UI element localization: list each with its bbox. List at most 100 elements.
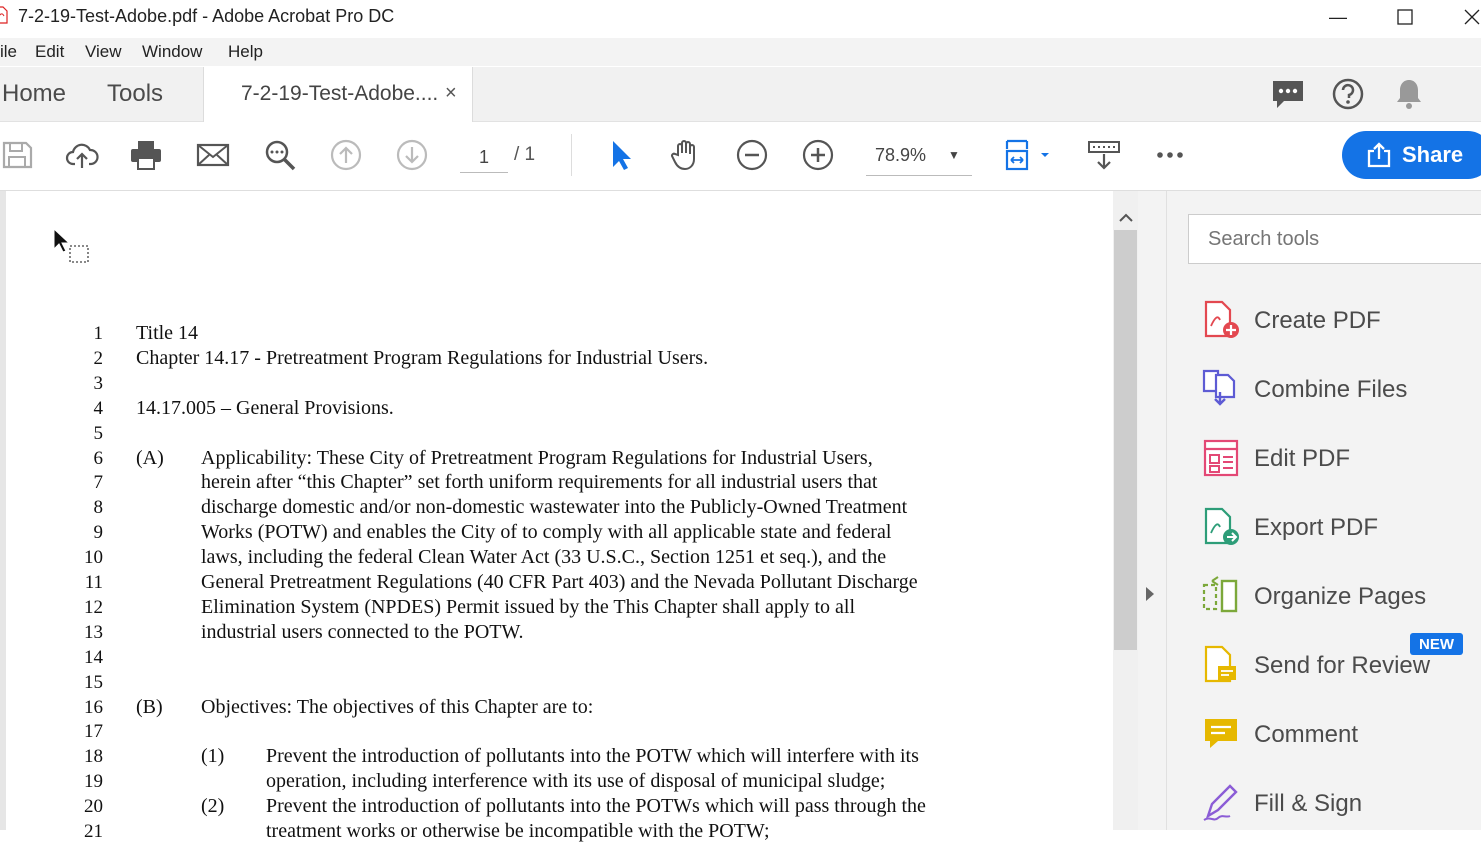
close-tab-button[interactable]: ×	[445, 82, 457, 105]
share-button[interactable]: Share	[1342, 131, 1481, 179]
line-number: 10	[84, 547, 103, 569]
more-tools-button[interactable]	[1152, 137, 1188, 173]
document-line-text: treatment works or otherwise be incompat…	[266, 820, 770, 842]
document-line-text: discharge domestic and/or non-domestic w…	[201, 496, 908, 519]
document-line-text: Applicability: These City of Pretreatmen…	[201, 446, 873, 469]
maximize-button[interactable]	[1382, 0, 1428, 34]
share-label: Share	[1402, 142, 1464, 167]
document-line-text: Prevent the introduction of pollutants i…	[266, 795, 926, 818]
chevron-up-icon	[1118, 213, 1133, 222]
help-icon[interactable]	[1331, 77, 1365, 111]
email-icon	[196, 143, 230, 167]
minimize-button[interactable]: —	[1315, 0, 1361, 34]
keyboard-scroll-icon	[1088, 141, 1120, 170]
line-number: 16	[84, 696, 103, 718]
document-line-text: Works (POTW) and enables the City of to …	[201, 521, 892, 544]
document-line-text: Prevent the introduction of pollutants i…	[266, 745, 919, 768]
menu-window[interactable]: Window	[142, 42, 202, 62]
line-number: 11	[84, 572, 103, 593]
line-number: 5	[93, 422, 104, 444]
menu-help[interactable]: Help	[228, 42, 263, 62]
organize-pages-icon	[1202, 576, 1238, 613]
line-number: 1	[93, 323, 104, 344]
page-up-icon	[330, 139, 362, 171]
zoom-out-icon	[736, 139, 768, 171]
toolbar-divider	[571, 134, 572, 176]
zoom-in-button[interactable]	[800, 137, 836, 173]
line-number: 21	[84, 821, 103, 842]
fit-page-button[interactable]	[1003, 137, 1053, 173]
line-number: 12	[84, 596, 103, 618]
acrobat-file-icon	[0, 6, 8, 24]
combine-files-icon	[1202, 369, 1236, 406]
chevron-right-icon[interactable]	[1144, 585, 1156, 603]
line-number: 4	[93, 397, 104, 419]
save-button[interactable]	[0, 137, 36, 173]
notifications-bell-icon[interactable]	[1393, 77, 1425, 111]
zoom-value: 78.9%	[875, 145, 927, 165]
mouse-cursor-icon	[53, 228, 89, 263]
tool-create-pdf[interactable]: Create PDF	[1254, 307, 1381, 335]
hand-icon	[671, 140, 695, 171]
document-line-text: 14.17.005 – General Provisions.	[136, 396, 394, 419]
document-line-text: Objectives: The objectives of this Chapt…	[201, 695, 594, 718]
select-tool-button[interactable]	[602, 137, 638, 173]
section-marker: (1)	[201, 745, 225, 768]
line-number: 7	[93, 472, 104, 494]
next-page-button[interactable]	[394, 137, 430, 173]
line-number: 2	[93, 347, 104, 369]
tool-combine-files[interactable]: Combine Files	[1254, 376, 1407, 404]
menu-bar	[0, 38, 1481, 66]
maximize-icon	[1397, 9, 1413, 25]
line-number: 19	[84, 771, 103, 793]
tool-comment[interactable]: Comment	[1254, 721, 1358, 749]
email-button[interactable]	[195, 137, 231, 173]
comments-icon[interactable]	[1270, 78, 1306, 112]
menu-file[interactable]: ile	[0, 42, 17, 62]
upload-button[interactable]	[64, 137, 100, 173]
document-line-text: industrial users connected to the POTW.	[201, 620, 524, 643]
page-total: / 1	[514, 144, 536, 165]
tool-organize-pages[interactable]: Organize Pages	[1254, 583, 1426, 611]
save-icon	[2, 141, 33, 169]
export-pdf-icon	[1204, 507, 1239, 545]
line-number: 3	[93, 372, 104, 394]
tab-tools[interactable]: Tools	[107, 80, 163, 108]
line-number: 20	[84, 796, 103, 818]
line-number: 15	[84, 671, 103, 693]
edit-pdf-icon	[1203, 439, 1239, 477]
tool-edit-pdf[interactable]: Edit PDF	[1254, 445, 1350, 473]
hand-tool-button[interactable]	[668, 137, 704, 173]
line-number: 9	[93, 522, 104, 544]
tool-fill-sign[interactable]: Fill & Sign	[1254, 790, 1362, 818]
scrollbar-thumb[interactable]	[1114, 230, 1137, 650]
zoom-out-button[interactable]	[734, 137, 770, 173]
page-number-input[interactable]	[460, 142, 508, 173]
search-tools-input[interactable]	[1188, 214, 1481, 264]
section-marker: (2)	[201, 795, 225, 818]
scroll-up-button[interactable]	[1113, 205, 1138, 229]
find-button[interactable]	[262, 137, 298, 173]
document-line-text: laws, including the federal Clean Water …	[201, 546, 887, 569]
menu-edit[interactable]: Edit	[35, 42, 64, 62]
close-window-button[interactable]	[1449, 0, 1481, 34]
cloud-upload-icon	[65, 143, 99, 168]
zoom-in-icon	[802, 139, 834, 171]
section-marker: (A)	[136, 446, 164, 469]
menu-view[interactable]: View	[85, 42, 122, 62]
tool-send-for-review[interactable]: Send for Review	[1254, 652, 1430, 680]
keyboard-scroll-button[interactable]	[1086, 137, 1122, 173]
page-down-icon	[396, 139, 428, 171]
tool-export-pdf[interactable]: Export PDF	[1254, 514, 1378, 542]
line-number: 14	[84, 646, 103, 668]
previous-page-button[interactable]	[328, 137, 364, 173]
comment-icon	[1205, 719, 1237, 748]
fill-sign-icon	[1203, 784, 1238, 821]
line-number: 13	[84, 621, 103, 643]
fit-page-icon	[1005, 139, 1049, 171]
section-marker: (B)	[136, 695, 163, 718]
tab-home[interactable]: Home	[2, 80, 66, 108]
print-button[interactable]	[128, 137, 164, 173]
document-line-text: herein after “this Chapter” set forth un…	[201, 471, 878, 494]
line-number: 8	[93, 497, 104, 519]
